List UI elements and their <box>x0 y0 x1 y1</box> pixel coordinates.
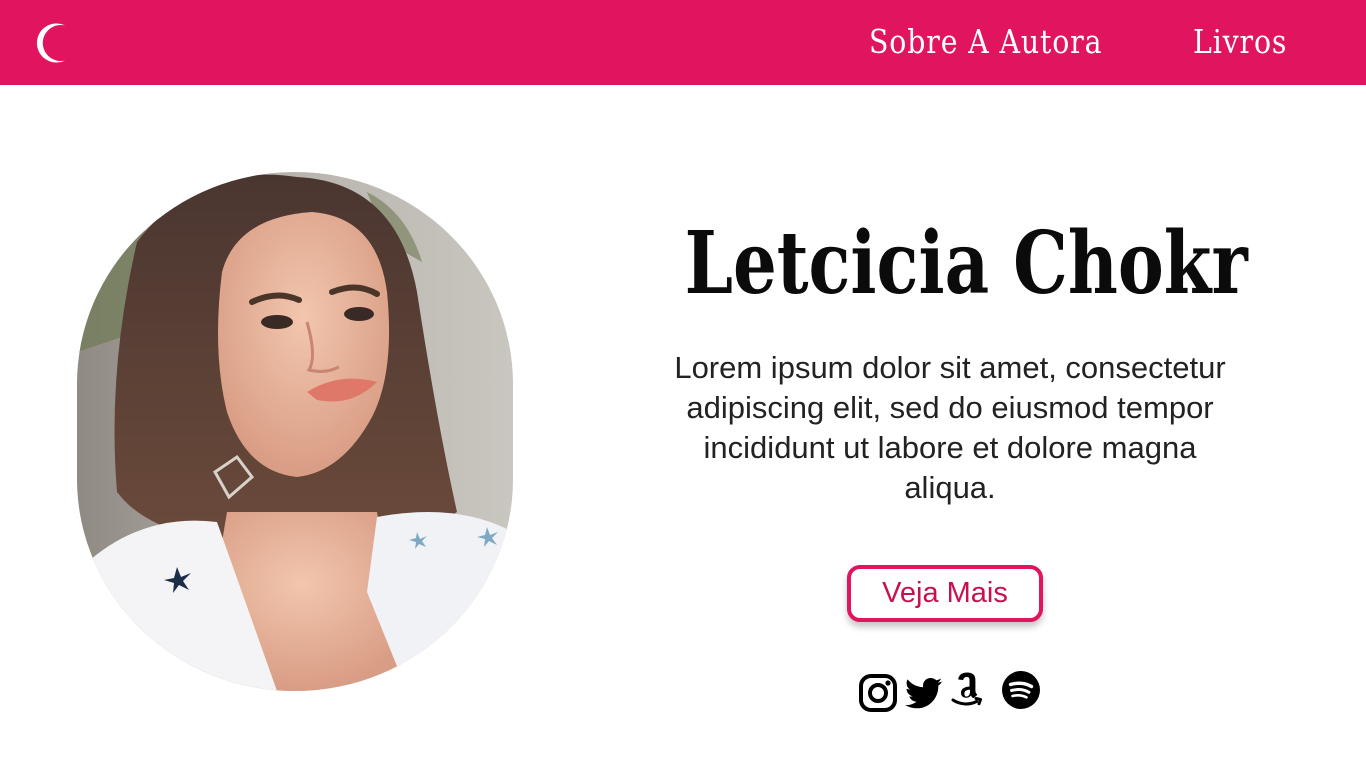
amazon-icon[interactable] <box>949 670 989 710</box>
instagram-icon[interactable] <box>858 673 898 713</box>
nav-link-about-author[interactable]: Sobre A Autora <box>869 20 1102 64</box>
crescent-moon-icon[interactable] <box>34 22 76 64</box>
author-description: Lorem ipsum dolor sit amet, consectetur … <box>674 350 1226 505</box>
author-name-heading: Letcicia Chokr <box>684 213 1248 314</box>
see-more-button[interactable]: Veja Mais <box>847 565 1043 622</box>
social-links <box>858 670 1048 714</box>
author-portrait-photo <box>77 172 513 691</box>
twitter-icon[interactable] <box>904 674 944 714</box>
top-navbar: Sobre A Autora Livros <box>0 0 1366 85</box>
nav-link-books[interactable]: Livros <box>1193 20 1287 64</box>
spotify-icon[interactable] <box>1001 670 1041 710</box>
